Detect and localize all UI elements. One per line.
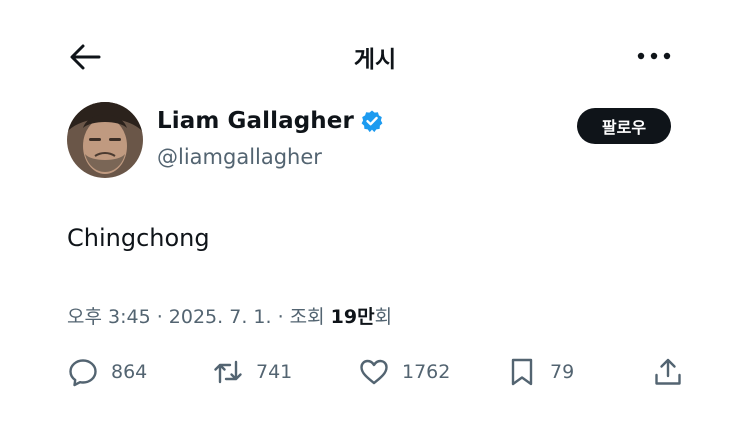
heart-icon [360, 359, 388, 385]
verified-badge-icon [360, 109, 384, 133]
share-icon [655, 358, 681, 385]
tweet-date[interactable]: 2025. 7. 1. [169, 306, 272, 328]
views-suffix: 회 [374, 306, 393, 328]
bookmark-icon [511, 358, 533, 386]
arrow-left-icon[interactable] [68, 42, 102, 72]
avatar[interactable] [67, 102, 143, 178]
author-display-name[interactable]: Liam Gallagher [157, 108, 354, 134]
meta-separator: · [150, 306, 169, 328]
reply-count: 864 [111, 361, 148, 383]
like-count: 1762 [402, 361, 451, 383]
bookmark-button[interactable]: 79 [506, 356, 574, 388]
retweet-count: 741 [256, 361, 293, 383]
share-button[interactable] [652, 356, 684, 388]
bookmark-count: 79 [550, 361, 575, 383]
follow-button[interactable]: 팔로우 [577, 108, 671, 144]
tweet-text: Chingchong [67, 224, 210, 252]
more-horizontal-icon[interactable] [636, 46, 672, 66]
tweet-time[interactable]: 오후 3:45 [67, 302, 151, 329]
meta-separator: · [271, 306, 290, 328]
reply-icon [69, 359, 97, 387]
retweet-button[interactable]: 741 [212, 356, 292, 388]
views-label: 조회 [289, 306, 331, 328]
like-button[interactable]: 1762 [358, 356, 450, 388]
retweet-icon [214, 360, 242, 384]
tweet-meta: 오후 3:45 · 2025. 7. 1. · 조회 19만 회 [67, 302, 392, 329]
views-count[interactable]: 19만 [331, 302, 375, 329]
reply-button[interactable]: 864 [67, 356, 147, 388]
author-handle[interactable]: @liamgallagher [157, 145, 322, 169]
